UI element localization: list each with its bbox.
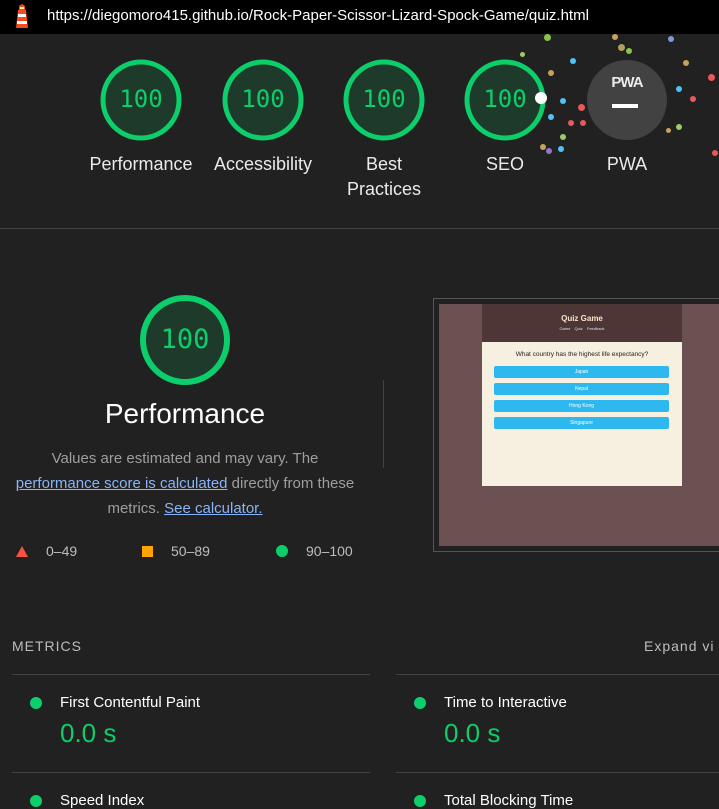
final-screenshot[interactable]: Quiz Game Game Quiz Feedback What countr… [433,298,719,552]
page-url[interactable]: https://diegomoro415.github.io/Rock-Pape… [47,7,589,24]
gauge-pwa[interactable]: PWA PWA [580,58,674,177]
site-brand: Quiz Game [561,314,603,323]
metric-name: Time to Interactive [444,694,567,711]
answer-option: Hong Kong [494,400,669,412]
legend-range: 0–49 [46,543,78,559]
square-icon [142,545,153,557]
metrics-heading: METRICS [12,638,82,654]
metric-divider [12,772,370,773]
performance-gauge-large: 100 [138,293,232,387]
answer-option: Japan [494,366,669,378]
gauge-score: 100 [241,85,285,113]
gauge-label: Best Practices [346,154,422,199]
section-divider [0,228,719,229]
desc-text: Values are estimated and may vary. The [51,450,319,467]
gauge-accessibility[interactable]: 100 Accessibility [207,58,319,177]
pwa-badge-text: PWA [611,74,643,91]
metric-name: Speed Index [60,792,145,809]
gauge-score: 100 [362,85,406,113]
site-nav: Game Quiz Feedback [559,326,605,331]
score-calc-link[interactable]: performance score is calculated [16,475,228,492]
legend-pass: 90–100 [276,543,353,559]
metric-divider [12,674,370,675]
metric-name: First Contentful Paint [60,694,201,711]
lighthouse-icon [16,4,28,28]
pass-circle-icon [414,795,426,807]
triangle-icon [16,545,28,557]
quiz-question: What country has the highest life expect… [515,351,649,358]
legend-average: 50–89 [142,543,210,559]
gauge-performance[interactable]: 100 Performance [86,58,196,177]
vertical-divider [383,380,384,468]
metric-name: Total Blocking Time [444,792,574,809]
gauge-best-practices[interactable]: 100 Best Practices [339,58,429,202]
gauge-label: Accessibility [213,154,313,174]
answer-option: Nepal [494,383,669,395]
pass-circle-icon [414,697,426,709]
pass-circle-icon [30,795,42,807]
gauge-score: 100 [160,324,210,355]
metric-value: 0.0 s [444,718,501,748]
legend-fail: 0–49 [16,543,77,559]
answer-option: Singapure [494,417,669,429]
metric-value: 0.0 s [60,718,117,748]
circle-icon [276,545,288,557]
gauge-score: 100 [119,85,163,113]
quiz-card: What country has the highest life expect… [482,342,682,486]
performance-title: Performance [104,398,266,429]
metric-divider [396,772,719,773]
gauge-label: Performance [89,154,193,174]
legend-range: 50–89 [171,543,210,559]
metric-divider [396,674,719,675]
seo-flag-icon [535,92,547,104]
legend-range: 90–100 [306,543,353,559]
gauge-label: SEO [485,154,524,174]
pwa-badge-icon [587,60,667,140]
pass-circle-icon [30,697,42,709]
screenshot-image: Quiz Game Game Quiz Feedback What countr… [439,304,719,546]
performance-description: Values are estimated and may vary. The p… [10,446,360,521]
calculator-link[interactable]: See calculator. [164,500,262,517]
site-header: Quiz Game Game Quiz Feedback [482,304,682,342]
url-bar: https://diegomoro415.github.io/Rock-Pape… [0,0,719,34]
expand-view-toggle[interactable]: Expand vi [644,638,714,654]
gauge-seo[interactable]: 100 SEO [460,58,550,177]
gauge-label: PWA [606,154,648,174]
